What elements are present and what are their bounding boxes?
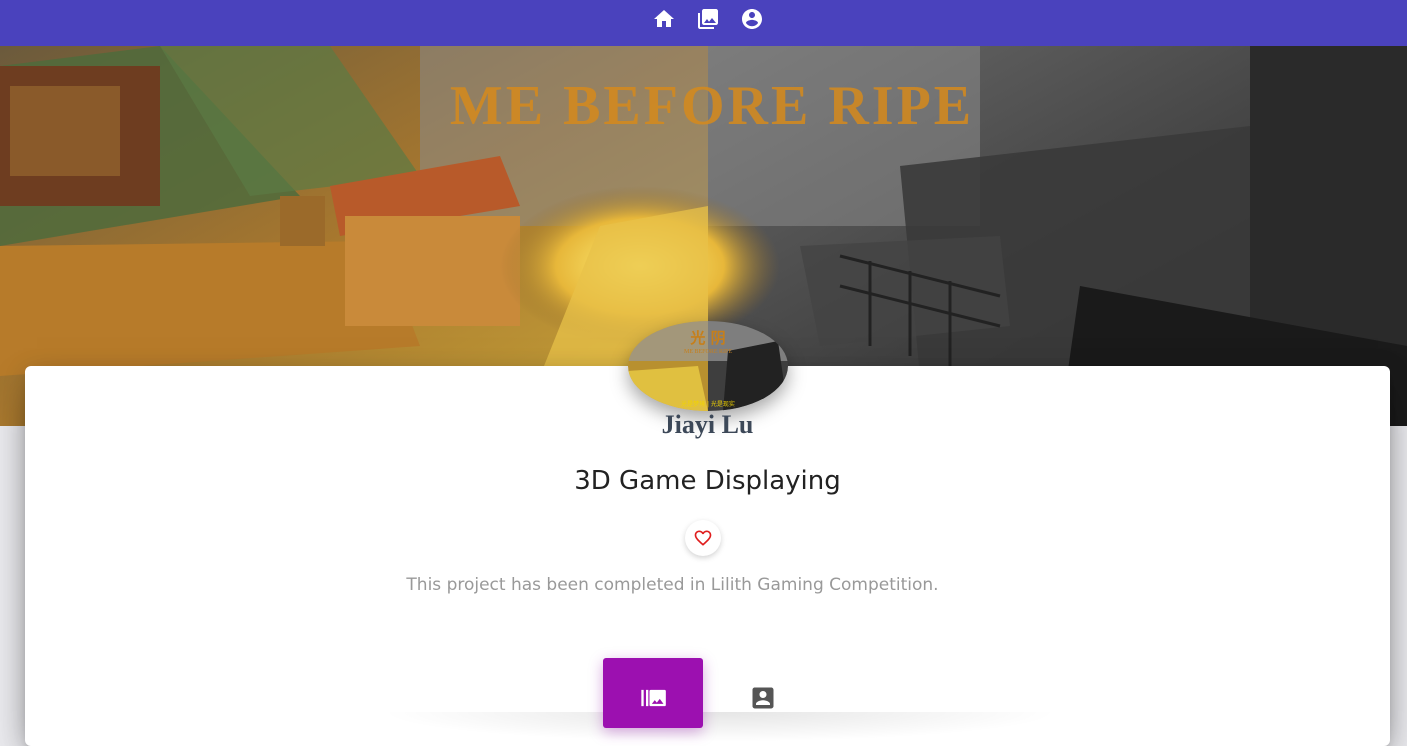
avatar-logo-title: 光 阴 bbox=[689, 329, 725, 347]
account-circle-icon[interactable] bbox=[740, 7, 764, 31]
top-navbar bbox=[0, 0, 1407, 46]
project-title: 3D Game Displaying bbox=[574, 466, 841, 496]
photo-library-icon[interactable] bbox=[696, 7, 720, 31]
project-description: This project has been completed in Lilit… bbox=[406, 575, 939, 595]
tab-works[interactable] bbox=[603, 658, 703, 728]
heart-outline-icon bbox=[694, 530, 712, 546]
tab-about[interactable] bbox=[713, 658, 813, 728]
avatar-logo-footer: 光是梦境 | 光是现实 bbox=[681, 400, 735, 408]
photo-library-icon bbox=[641, 689, 666, 707]
author-name: Jiayi Lu bbox=[661, 410, 754, 439]
like-button[interactable] bbox=[685, 520, 721, 556]
avatar: 光 阴 ME BEFORE RIPE 光是梦境 | 光是现实 bbox=[628, 321, 788, 411]
contact-card-icon bbox=[752, 687, 774, 709]
hero-banner-title: ME BEFORE RIPE bbox=[450, 75, 974, 137]
avatar-logo-subtitle: ME BEFORE RIPE bbox=[684, 349, 732, 355]
home-icon[interactable] bbox=[652, 7, 676, 31]
